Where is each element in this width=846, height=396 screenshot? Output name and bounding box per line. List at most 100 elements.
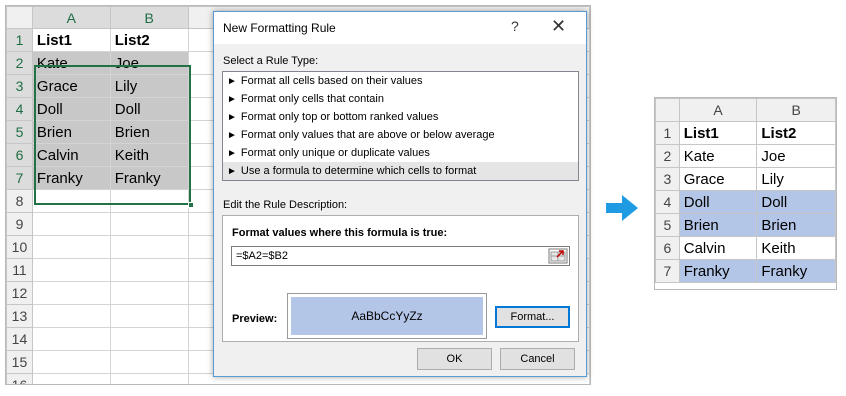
rule-type-item[interactable]: ► Format only top or bottom ranked values xyxy=(223,108,578,126)
format-button[interactable]: Format... xyxy=(495,306,570,328)
cell-a[interactable]: Kate xyxy=(31,51,111,75)
cell-b[interactable]: Franky xyxy=(109,166,189,190)
dialog-titlebar[interactable]: New Formatting Rule ? ✕ xyxy=(214,12,586,44)
ok-button[interactable]: OK xyxy=(417,348,492,370)
cancel-button[interactable]: Cancel xyxy=(500,348,575,370)
row-header[interactable]: 6 xyxy=(6,143,33,167)
fill-handle[interactable] xyxy=(188,202,194,208)
cell-b[interactable] xyxy=(109,258,189,282)
cell-a[interactable] xyxy=(31,281,111,305)
rule-type-label: Format only cells that contain xyxy=(240,93,384,105)
cell-a[interactable]: Doll xyxy=(678,190,758,214)
cell-b[interactable] xyxy=(109,350,189,374)
cell-a[interactable]: Grace xyxy=(31,74,111,98)
cell-b[interactable]: List2 xyxy=(109,28,189,52)
row-header[interactable]: 7 xyxy=(655,259,680,283)
column-header-b[interactable]: B xyxy=(109,6,189,29)
row-header[interactable]: 1 xyxy=(655,121,680,145)
cell-a[interactable]: Brien xyxy=(31,120,111,144)
row-header[interactable]: 16 xyxy=(6,373,33,384)
cell-b[interactable] xyxy=(109,327,189,351)
cell-b[interactable]: Joe xyxy=(109,51,189,75)
new-formatting-rule-dialog: New Formatting Rule ? ✕ Select a Rule Ty… xyxy=(213,11,587,377)
cell-b[interactable]: List2 xyxy=(756,121,836,145)
cell-b[interactable]: Keith xyxy=(756,236,836,260)
row-header[interactable]: 4 xyxy=(6,97,33,121)
cell-a[interactable]: List1 xyxy=(31,28,111,52)
cell-b[interactable]: Doll xyxy=(756,190,836,214)
cell-b[interactable] xyxy=(109,235,189,259)
cell-b[interactable]: Lily xyxy=(109,74,189,98)
row-header[interactable]: 11 xyxy=(6,258,33,282)
column-header-a[interactable]: A xyxy=(31,6,111,29)
select-all-corner[interactable] xyxy=(655,98,680,122)
cell-a[interactable] xyxy=(31,189,111,213)
cell-a[interactable]: List1 xyxy=(678,121,758,145)
cell-a[interactable] xyxy=(31,373,111,384)
cell-b[interactable] xyxy=(109,189,189,213)
cell-b[interactable]: Lily xyxy=(756,167,836,191)
rule-type-item[interactable]: ► Use a formula to determine which cells … xyxy=(223,162,578,180)
cell-b[interactable] xyxy=(109,212,189,236)
cell-a[interactable]: Franky xyxy=(31,166,111,190)
row-header[interactable]: 13 xyxy=(6,304,33,328)
rule-arrow-icon: ► xyxy=(227,148,237,159)
cell-b[interactable]: Keith xyxy=(109,143,189,167)
column-header-a[interactable]: A xyxy=(678,98,758,122)
row-header[interactable]: 3 xyxy=(655,167,680,191)
cell-b[interactable]: Brien xyxy=(109,120,189,144)
cell-b[interactable]: Doll xyxy=(109,97,189,121)
row-header[interactable]: 14 xyxy=(6,327,33,351)
help-icon[interactable]: ? xyxy=(511,18,519,34)
table-row: 4 Doll Doll xyxy=(655,190,836,214)
cell-a[interactable] xyxy=(31,258,111,282)
cell-a[interactable]: Brien xyxy=(678,213,758,237)
close-icon[interactable]: ✕ xyxy=(551,16,566,37)
row-header[interactable]: 2 xyxy=(655,144,680,168)
cell-a[interactable] xyxy=(31,350,111,374)
cell-b[interactable]: Joe xyxy=(756,144,836,168)
rule-type-label: Format only values that are above or bel… xyxy=(240,129,495,141)
table-row: 7 Franky Franky xyxy=(655,259,836,283)
cell-a[interactable] xyxy=(31,212,111,236)
cell-b[interactable]: Franky xyxy=(756,259,836,283)
row-header[interactable]: 5 xyxy=(655,213,680,237)
dialog-title: New Formatting Rule xyxy=(223,21,336,35)
cell-a[interactable]: Doll xyxy=(31,97,111,121)
cell-b[interactable] xyxy=(109,304,189,328)
cell-a[interactable]: Grace xyxy=(678,167,758,191)
range-selector-icon[interactable] xyxy=(548,248,568,264)
cell-a[interactable]: Kate xyxy=(678,144,758,168)
row-header[interactable]: 9 xyxy=(6,212,33,236)
cell-a[interactable] xyxy=(31,235,111,259)
select-rule-type-label: Select a Rule Type: xyxy=(223,55,319,67)
cell-b[interactable] xyxy=(109,373,189,384)
cell-a[interactable] xyxy=(31,327,111,351)
cell-b[interactable] xyxy=(109,281,189,305)
cell-a[interactable]: Franky xyxy=(678,259,758,283)
preview-label: Preview: xyxy=(232,313,278,325)
row-header[interactable]: 6 xyxy=(655,236,680,260)
rule-type-item[interactable]: ► Format only unique or duplicate values xyxy=(223,144,578,162)
rule-type-item[interactable]: ► Format only values that are above or be… xyxy=(223,126,578,144)
cell-b[interactable]: Brien xyxy=(756,213,836,237)
rule-type-item[interactable]: ► Format only cells that contain xyxy=(223,90,578,108)
rule-type-list[interactable]: ► Format all cells based on their values ►… xyxy=(222,71,579,181)
cell-a[interactable] xyxy=(31,304,111,328)
row-header[interactable]: 7 xyxy=(6,166,33,190)
row-header[interactable]: 12 xyxy=(6,281,33,305)
cell-a[interactable]: Calvin xyxy=(31,143,111,167)
row-header[interactable]: 8 xyxy=(6,189,33,213)
row-header[interactable]: 5 xyxy=(6,120,33,144)
rule-type-item[interactable]: ► Format all cells based on their values xyxy=(223,72,578,90)
row-header[interactable]: 2 xyxy=(6,51,33,75)
column-header-b[interactable]: B xyxy=(756,98,836,122)
row-header[interactable]: 3 xyxy=(6,74,33,98)
row-header[interactable]: 10 xyxy=(6,235,33,259)
row-header[interactable]: 4 xyxy=(655,190,680,214)
cell-a[interactable]: Calvin xyxy=(678,236,758,260)
select-all-corner[interactable] xyxy=(6,6,33,29)
row-header[interactable]: 15 xyxy=(6,350,33,374)
row-header[interactable]: 1 xyxy=(6,28,33,52)
formula-input[interactable] xyxy=(231,246,570,266)
